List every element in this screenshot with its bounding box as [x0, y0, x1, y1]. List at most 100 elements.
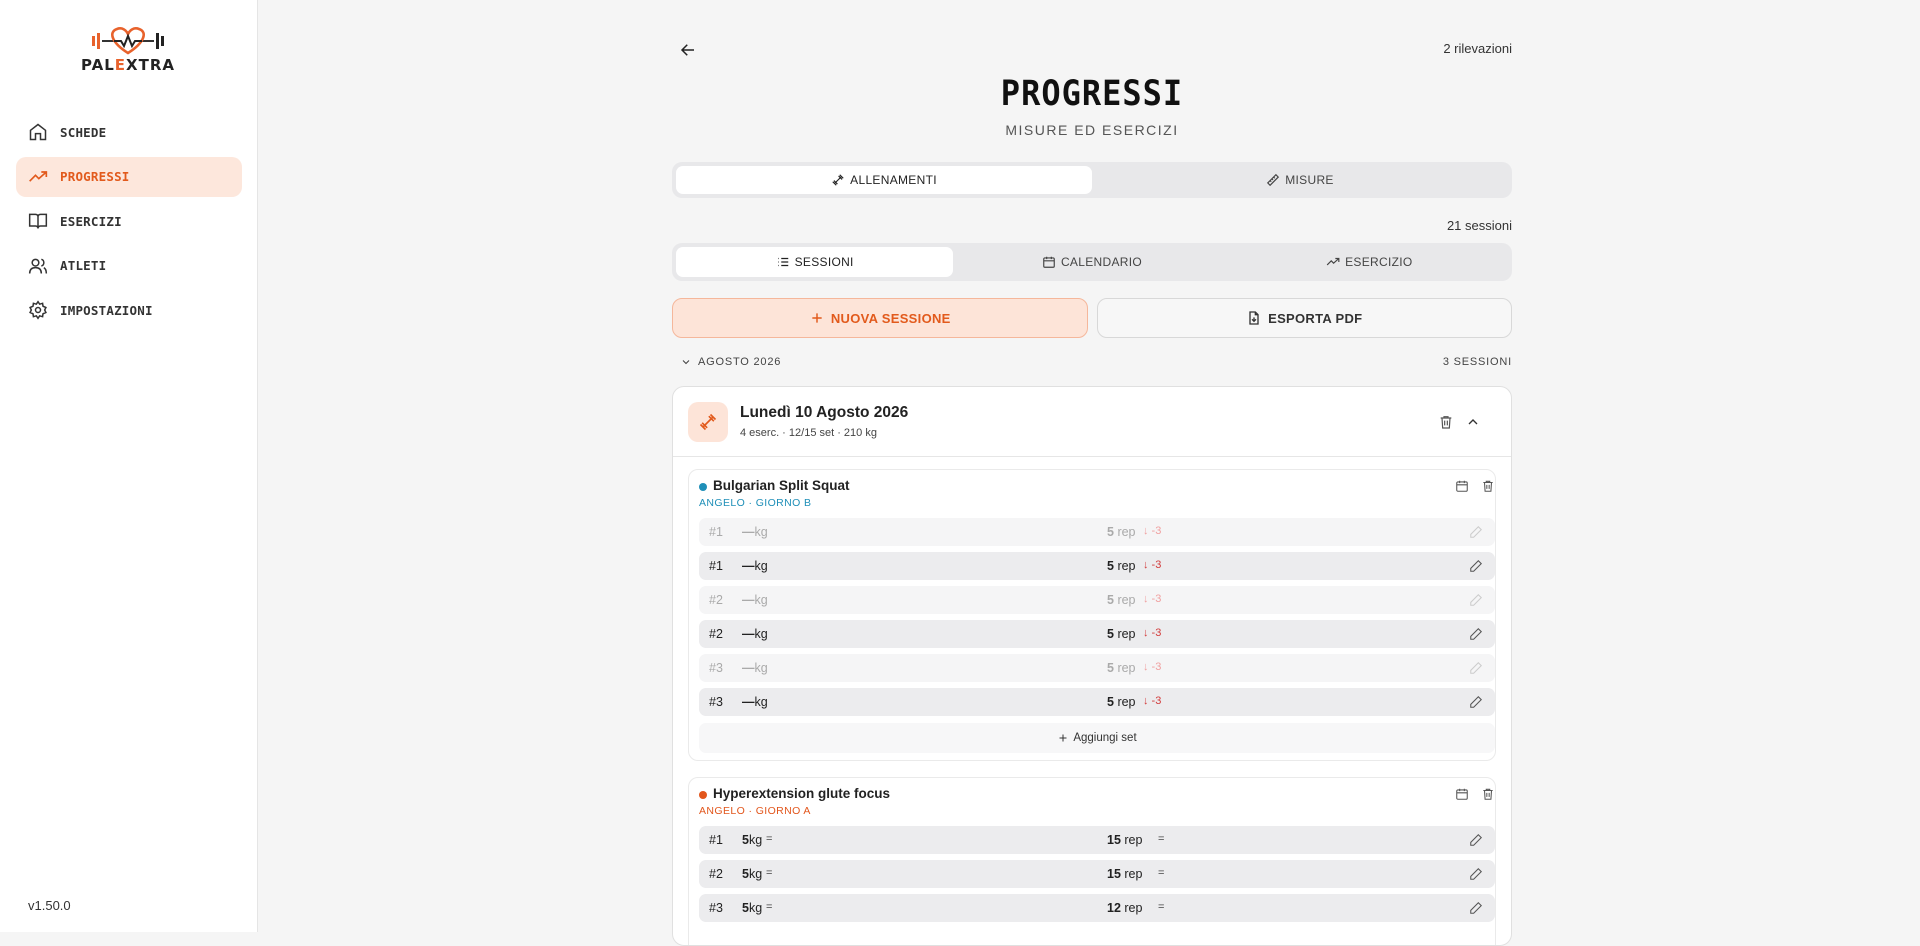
weight-value: —: [742, 661, 755, 675]
reps-delta: =: [1158, 901, 1165, 913]
tab-misure[interactable]: MISURE: [1092, 166, 1508, 194]
trash-icon: [1440, 416, 1452, 429]
sidebar-item-progressi[interactable]: PROGRESSI: [16, 156, 242, 197]
set-weight: —kg: [742, 695, 768, 709]
set-row[interactable]: #3 5kg = 12 rep =: [699, 894, 1495, 922]
pencil-icon[interactable]: [1469, 661, 1483, 675]
tab-label: CALENDARIO: [1060, 255, 1142, 269]
set-reps: 5 rep: [1107, 525, 1136, 539]
app-logo[interactable]: PALEXTRA: [76, 26, 180, 80]
weight-value: 5: [742, 833, 749, 847]
set-row-previous[interactable]: #1 —kg 5 rep ↓ -3: [699, 518, 1495, 546]
reps-value: 5: [1107, 525, 1114, 539]
reps-delta: ↓ -3: [1143, 525, 1162, 537]
heart-dumbbell-logo-icon: [92, 27, 164, 55]
new-session-button[interactable]: NUOVA SESSIONE: [672, 298, 1088, 338]
delete-exercise-button[interactable]: [1477, 783, 1499, 805]
sidebar-item-label: PROGRESSI: [60, 169, 130, 184]
trash-icon: [1483, 788, 1493, 800]
calendar-icon: [1043, 256, 1055, 268]
exercise-calendar-button[interactable]: [1451, 783, 1473, 805]
sidebar-item-label: ATLETI: [60, 258, 107, 273]
reps-value: 15: [1107, 867, 1121, 881]
set-row[interactable]: #2 —kg 5 rep ↓ -3: [699, 620, 1495, 648]
set-row[interactable]: #3 —kg 5 rep ↓ -3: [699, 688, 1495, 716]
main-tabs: ALLENAMENTI MISURE: [672, 162, 1512, 198]
weight-value: —: [742, 559, 755, 573]
session-card-header[interactable]: Lunedì 10 Agosto 2026 4 eserc. · 12/15 s…: [673, 387, 1511, 457]
users-icon: [28, 258, 48, 274]
exercise-calendar-button[interactable]: [1451, 475, 1473, 497]
pencil-icon[interactable]: [1469, 525, 1483, 539]
action-buttons: NUOVA SESSIONE ESPORTA PDF: [672, 298, 1512, 338]
set-row[interactable]: #1 —kg 5 rep ↓ -3: [699, 552, 1495, 580]
button-label: Aggiungi set: [1073, 732, 1137, 744]
pencil-icon[interactable]: [1469, 695, 1483, 709]
reps-unit: rep: [1117, 593, 1136, 607]
tab-label: ESERCIZIO: [1345, 255, 1413, 269]
sidebar-item-label: ESERCIZI: [60, 213, 122, 229]
reps-unit: rep: [1117, 661, 1136, 675]
weight-delta: =: [766, 901, 773, 913]
set-weight: —kg: [742, 593, 768, 607]
collapse-session-button[interactable]: [1462, 411, 1484, 433]
reps-value: 5: [1107, 627, 1114, 641]
tab-calendario[interactable]: CALENDARIO: [953, 247, 1230, 277]
set-weight: —kg: [742, 661, 768, 675]
reps-delta: ↓ -3: [1143, 559, 1162, 571]
sidebar-item-impostazioni[interactable]: IMPOSTAZIONI: [16, 290, 242, 330]
sessions-count: 21 sessioni: [1446, 218, 1512, 233]
pencil-icon[interactable]: [1469, 627, 1483, 641]
month-group-header: AGOSTO 2026 3 SESSIONI: [680, 354, 1512, 370]
set-weight: 5kg: [742, 833, 762, 847]
trending-up-icon: [1326, 257, 1340, 266]
page-subtitle: MISURE ED ESERCIZI: [1005, 122, 1179, 138]
reps-unit: rep: [1117, 525, 1136, 539]
set-number: #1: [709, 833, 723, 847]
export-pdf-button[interactable]: ESPORTA PDF: [1096, 298, 1512, 338]
tab-allenamenti[interactable]: ALLENAMENTI: [676, 166, 1092, 194]
set-number: #2: [709, 627, 723, 641]
pencil-icon[interactable]: [1469, 559, 1483, 573]
weight-value: —: [742, 525, 755, 539]
set-weight: 5kg: [742, 901, 762, 915]
sidebar-item-schede[interactable]: SCHEDE: [16, 112, 242, 152]
pencil-icon[interactable]: [1469, 901, 1483, 915]
pencil-icon[interactable]: [1469, 833, 1483, 847]
delete-exercise-button[interactable]: [1477, 475, 1499, 497]
chevron-down-icon: [682, 360, 690, 365]
set-reps: 5 rep: [1107, 661, 1136, 675]
sidebar-item-atleti[interactable]: ATLETI: [16, 246, 242, 286]
reps-delta: ↓ -3: [1143, 593, 1162, 605]
reps-delta: ↓ -3: [1143, 661, 1162, 673]
calendar-icon: [1456, 788, 1468, 800]
set-weight: —kg: [742, 525, 768, 539]
exercise-color-dot: [699, 483, 707, 491]
set-row-previous[interactable]: #3 —kg 5 rep ↓ -3: [699, 654, 1495, 682]
reps-unit: rep: [1124, 833, 1143, 847]
reps-value: 15: [1107, 833, 1121, 847]
reps-value: 5: [1107, 695, 1114, 709]
exercise-name: Hyperextension glute focus: [713, 786, 891, 801]
exercise-tag: ANGELO · GIORNO A: [699, 805, 811, 817]
weight-value: —: [742, 695, 755, 709]
month-toggle[interactable]: AGOSTO 2026: [680, 356, 781, 368]
back-button[interactable]: [676, 38, 700, 62]
set-row-previous[interactable]: #2 —kg 5 rep ↓ -3: [699, 586, 1495, 614]
exercise-color-dot: [699, 791, 707, 799]
weight-unit: kg: [748, 901, 763, 915]
trash-icon: [1483, 480, 1493, 492]
tab-sessioni[interactable]: SESSIONI: [676, 247, 954, 277]
reps-delta: =: [1158, 867, 1165, 879]
pencil-icon[interactable]: [1469, 867, 1483, 881]
set-row[interactable]: #1 5kg = 15 rep =: [699, 826, 1495, 854]
tab-esercizio[interactable]: ESERCIZIO: [1231, 247, 1508, 277]
set-row[interactable]: #2 5kg = 15 rep =: [699, 860, 1495, 888]
sidebar-item-esercizi[interactable]: ESERCIZI: [16, 201, 242, 241]
set-number: #3: [709, 901, 723, 915]
app-version: v1.50.0: [28, 898, 71, 913]
view-tabs: SESSIONI CALENDARIO ESERCIZIO: [672, 243, 1512, 281]
pencil-icon[interactable]: [1469, 593, 1483, 607]
delete-session-button[interactable]: [1435, 411, 1457, 433]
add-set-button[interactable]: Aggiungi set: [699, 723, 1495, 753]
